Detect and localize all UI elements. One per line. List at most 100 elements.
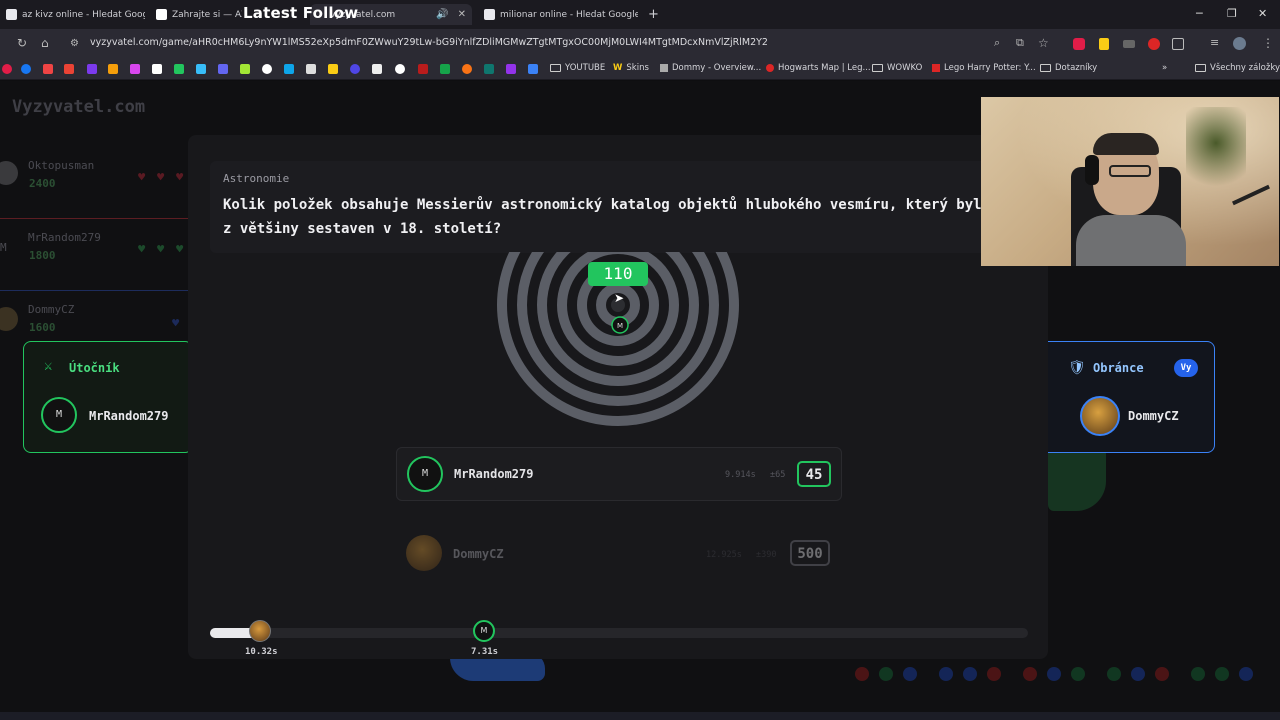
bookmark-icon[interactable]	[306, 64, 316, 74]
window-close-icon[interactable]: ✕	[1258, 7, 1267, 20]
you-badge: Vy	[1174, 359, 1198, 377]
player-name: Oktopusman	[28, 159, 95, 172]
bookmark-icon[interactable]	[43, 64, 53, 74]
bookmark-icon[interactable]	[506, 64, 516, 74]
bookmark-icon[interactable]	[21, 64, 31, 74]
page-icon	[766, 64, 774, 72]
avatar: M	[0, 241, 7, 254]
answer-player-name: MrRandom279	[454, 467, 534, 481]
webcam-person-shirt	[1076, 215, 1186, 266]
defender-label: Obránce	[1093, 361, 1144, 375]
status-dot	[1239, 667, 1253, 681]
attacker-name: MrRandom279	[89, 409, 169, 423]
restore-icon[interactable]: ❐	[1227, 7, 1237, 20]
zoom-icon[interactable]: ⌕	[994, 36, 1000, 50]
site-info-icon[interactable]: ⚙	[70, 38, 79, 49]
bookmark-icon[interactable]	[2, 64, 12, 74]
bookmark-lego-hp[interactable]: Lego Harry Potter: Y...	[932, 63, 1036, 73]
player-score: 2400	[29, 177, 56, 190]
heart-icon: ♥	[176, 242, 184, 256]
browser-tab[interactable]: Zahrajte si — AZ-kv	[150, 4, 242, 25]
status-dot	[1107, 667, 1121, 681]
install-icon[interactable]: ⧉	[1016, 36, 1024, 50]
avatar: M	[41, 397, 77, 433]
url-field[interactable]: vyzyvatel.com/game/aHR0cHM6Ly9nYW1lMS52e…	[90, 37, 768, 48]
defender-name: DommyCZ	[1128, 409, 1179, 423]
bookmark-icon[interactable]	[64, 64, 74, 74]
bookmarks-overflow-icon[interactable]: »	[1162, 63, 1167, 73]
answer-diff: ±390	[756, 550, 777, 560]
bookmark-icon[interactable]	[262, 64, 272, 74]
heart-icon: ♥	[138, 242, 146, 256]
question-category: Astronomie	[223, 172, 290, 185]
browser-tab[interactable]: milionar online - Hledat Googlem ✕	[478, 4, 638, 25]
bookmark-skins[interactable]: W Skins	[613, 63, 649, 73]
bookmark-icon[interactable]	[484, 64, 494, 74]
bookmark-star-icon[interactable]: ☆	[1038, 36, 1049, 50]
correct-answer-badge: 110	[588, 262, 648, 286]
extension-icon[interactable]	[1073, 38, 1085, 50]
bookmark-icon[interactable]	[152, 64, 162, 74]
bookmark-icon[interactable]	[174, 64, 184, 74]
status-dot	[879, 667, 893, 681]
folder-icon	[550, 64, 561, 72]
menu-icon[interactable]: ⋮	[1262, 36, 1274, 50]
question-modal: Astronomie Kolik položek obsahuje Messie…	[188, 135, 1048, 659]
extension-icon[interactable]	[1123, 40, 1135, 48]
bookmark-icon[interactable]	[395, 64, 405, 74]
bookmark-icon[interactable]	[350, 64, 360, 74]
browser-tab[interactable]: az kivz online - Hledat Googlem ✕	[0, 4, 145, 25]
home-icon[interactable]: ⌂	[41, 36, 49, 50]
reading-list-icon[interactable]: ≡	[1210, 36, 1219, 49]
bookmark-icon[interactable]	[87, 64, 97, 74]
profile-avatar[interactable]	[1233, 37, 1246, 50]
question-text: Kolik položek obsahuje Messierův astrono…	[223, 197, 982, 237]
status-dot	[855, 667, 869, 681]
bookmark-icon[interactable]	[240, 64, 250, 74]
bookmark-icon[interactable]	[218, 64, 228, 74]
close-tab-icon[interactable]: ✕	[458, 9, 466, 20]
attacker-label: Útočník	[69, 361, 120, 375]
extension-icon[interactable]	[1148, 38, 1160, 50]
minimize-icon[interactable]: ─	[1196, 7, 1203, 20]
extension-icon[interactable]	[1099, 38, 1109, 50]
player-score: 1600	[29, 321, 56, 334]
answer-value: 45	[797, 461, 831, 487]
bookmark-icon[interactable]	[284, 64, 294, 74]
bookmark-icon[interactable]	[462, 64, 472, 74]
heart-icon: ♥	[176, 170, 184, 184]
bookmark-icon[interactable]	[196, 64, 206, 74]
bookmark-icon[interactable]	[372, 64, 382, 74]
bookmark-icon[interactable]	[528, 64, 538, 74]
bookmark-icon[interactable]	[440, 64, 450, 74]
status-dot	[1215, 667, 1229, 681]
bookmark-icon[interactable]	[130, 64, 140, 74]
player-card: Oktopusman 2400 ♥ ♥ ♥	[0, 151, 190, 219]
bookmark-dommy[interactable]: Dommy - Overview...	[660, 63, 761, 73]
bookmark-all[interactable]: Všechny záložky	[1195, 63, 1280, 73]
tab-title: az kivz online - Hledat Googlem	[22, 9, 145, 20]
reload-icon[interactable]: ↻	[17, 36, 27, 50]
heart-icon: ♥	[157, 170, 165, 184]
status-dot	[1155, 667, 1169, 681]
bookmark-youtube[interactable]: YOUTUBE	[550, 63, 605, 73]
bookmark-wowko[interactable]: WOWKO	[872, 63, 922, 73]
bookmark-hogwarts-map[interactable]: Hogwarts Map | Leg...	[766, 63, 871, 73]
status-dot	[1191, 667, 1205, 681]
bookmark-icon[interactable]	[418, 64, 428, 74]
bookmark-dotazniky[interactable]: Dotazníky	[1040, 63, 1097, 73]
extensions-puzzle-icon[interactable]	[1172, 38, 1184, 50]
avatar	[1080, 396, 1120, 436]
avatar	[0, 161, 18, 185]
status-dot	[1023, 667, 1037, 681]
new-tab-button[interactable]: +	[642, 4, 662, 25]
webcam-person-hair	[1093, 133, 1159, 155]
site-logo[interactable]: Vyzyvatel.com	[12, 97, 145, 117]
speaker-icon[interactable]: 🔊	[436, 9, 448, 20]
folder-icon	[872, 64, 883, 72]
bookmark-icon[interactable]	[328, 64, 338, 74]
bookmark-icon[interactable]	[108, 64, 118, 74]
timeline-time-label: 10.32s	[245, 647, 278, 657]
page-icon	[932, 64, 940, 72]
mouse-cursor-icon: ➤	[614, 291, 625, 305]
